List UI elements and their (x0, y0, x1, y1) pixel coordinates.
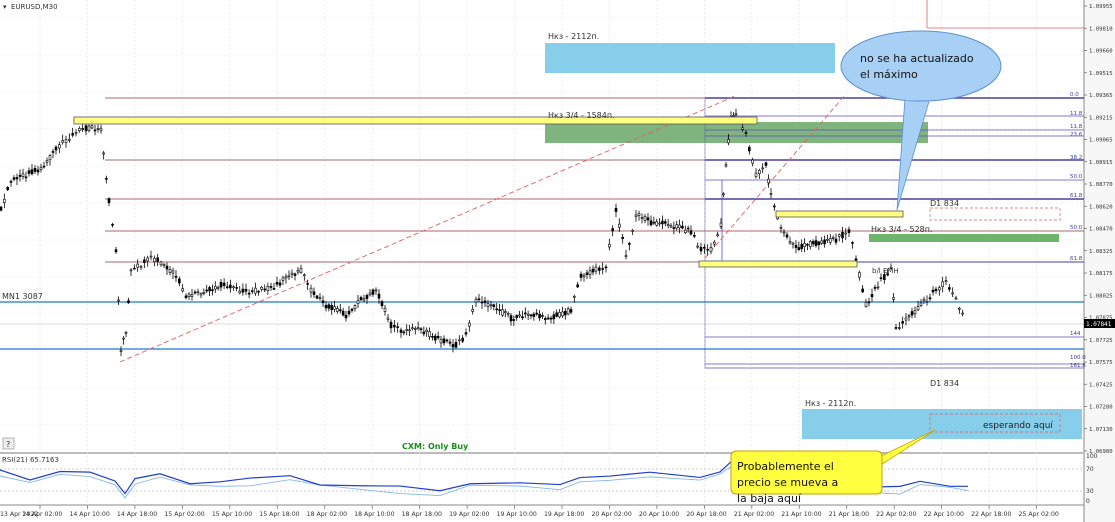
price-label: 1.09660 (1089, 49, 1113, 55)
trading-chart-window: Нкз - 2112п. Нкз 3/4 - 1584п. Нкз 3/4 - … (0, 0, 1115, 522)
price-axis-labels: 1.09955 1.09810 1.09660 1.09515 1.09365 1.092… (1084, 4, 1113, 455)
time-label: 18 Apr 02:00 (307, 511, 347, 518)
time-label: 22 Apr 02:00 (876, 511, 916, 518)
price-label: 1.09065 (1089, 138, 1113, 144)
price-label: 1.08915 (1089, 160, 1113, 166)
rsi-level-label: 70 (1086, 466, 1094, 473)
rsi-label: RSI(21) 65.7163 (2, 456, 59, 464)
price-label: 1.09365 (1089, 93, 1113, 99)
price-label: 1.07130 (1089, 427, 1113, 433)
fib-label: 100.0 (1070, 355, 1086, 361)
time-label: 20 Apr 02:00 (591, 511, 631, 518)
fib-label: 61.8 (1070, 256, 1083, 262)
fib-label: 38.2 (1070, 155, 1082, 161)
zone-bottom-blue-label: Нкз - 2112п. (805, 399, 856, 408)
time-label: 20 Apr 10:00 (639, 511, 679, 518)
rsi-level-label: 30 (1086, 488, 1094, 495)
fib-label: 11.8 (1070, 111, 1083, 117)
time-label: 21 Apr 02:00 (734, 511, 774, 518)
price-label: 1.08025 (1089, 293, 1113, 299)
small-level-label: b/l EMH (872, 267, 899, 275)
symbol-label: EURUSD,M30 (11, 3, 58, 11)
time-label: 14 Apr 10:00 (69, 511, 109, 518)
time-label: 15 Apr 10:00 (212, 511, 252, 518)
only-buy-label: CXM: Only Buy (402, 442, 469, 451)
time-label: 19 Apr 18:00 (544, 511, 584, 518)
time-label: 14 Apr 18:00 (117, 511, 157, 518)
fib-label: 0.0 (1070, 92, 1079, 98)
highlight-bar-low[interactable] (698, 260, 858, 268)
zone-top-blue (545, 43, 835, 73)
price-label: 1.07425 (1089, 382, 1113, 388)
fib-label: 23.6 (1070, 132, 1083, 138)
highlight-bar-mid[interactable] (775, 210, 904, 218)
time-label: 21 Apr 10:00 (781, 511, 821, 518)
help-button-label: ? (6, 440, 10, 449)
time-label: 21 Apr 18:00 (829, 511, 869, 518)
current-price: 1.07841 (1086, 321, 1112, 328)
time-label: 19 Apr 10:00 (497, 511, 537, 518)
zone-top-green-label: Нкз 3/4 - 1584п. (548, 111, 615, 120)
time-label: 15 Apr 18:00 (259, 511, 299, 518)
zone-mid-green-label: Нкз 3/4 - 528п. (871, 225, 933, 234)
time-label: 22 Apr 10:00 (924, 511, 964, 518)
rsi-level-label: 0 (1086, 498, 1090, 505)
time-label: 20 Apr 18:00 (686, 511, 726, 518)
price-label: 1.09955 (1089, 4, 1113, 10)
fib-label: 161.8 (1070, 363, 1086, 369)
price-label: 1.07280 (1089, 405, 1113, 411)
price-label: 1.07575 (1089, 360, 1113, 366)
price-label: 1.08770 (1089, 182, 1113, 188)
price-chart[interactable]: Нкз - 2112п. Нкз 3/4 - 1584п. Нкз 3/4 - … (0, 0, 1115, 522)
fib-label: 11.8 (1070, 124, 1083, 130)
price-label: 1.07725 (1089, 338, 1113, 344)
mn1-label: MN1 3087 (2, 292, 43, 301)
fib-label: 144 (1070, 331, 1081, 337)
time-label: 25 Apr 02:00 (1019, 511, 1059, 518)
time-label: 18 Apr 18:00 (402, 511, 442, 518)
fib-label: 61.8 (1070, 193, 1083, 199)
waiting-label: esperando aquí (983, 421, 1053, 431)
zone-top-green (545, 122, 928, 143)
zone-top-blue-label: Нкз - 2112п. (548, 32, 599, 41)
highlight-bar-top[interactable] (73, 116, 758, 125)
price-label: 1.09215 (1089, 115, 1113, 121)
d1-bottom-label: D1 834 (930, 379, 959, 388)
time-label: 14 Apr 02:00 (22, 511, 62, 518)
rsi-level-label: 100 (1086, 453, 1098, 460)
price-label: 1.08175 (1089, 271, 1113, 277)
price-axis[interactable] (1084, 0, 1115, 522)
d1-top-label: D1 834 (930, 199, 959, 208)
chevron-down-icon[interactable]: ▾ (3, 3, 7, 11)
time-label: 18 Apr 10:00 (354, 511, 394, 518)
price-label: 1.09515 (1089, 71, 1113, 77)
fib-label: 50.0 (1070, 174, 1083, 180)
time-label: 15 Apr 02:00 (164, 511, 204, 518)
price-label: 1.08470 (1089, 227, 1113, 233)
zone-mid-green (869, 234, 1059, 242)
price-label: 1.08620 (1089, 204, 1113, 210)
time-label: 22 Apr 18:00 (971, 511, 1011, 518)
price-label: 1.09810 (1089, 26, 1113, 32)
fib-label: 50.0 (1070, 225, 1083, 231)
time-label: 19 Apr 02:00 (449, 511, 489, 518)
price-label: 1.08325 (1089, 249, 1113, 255)
